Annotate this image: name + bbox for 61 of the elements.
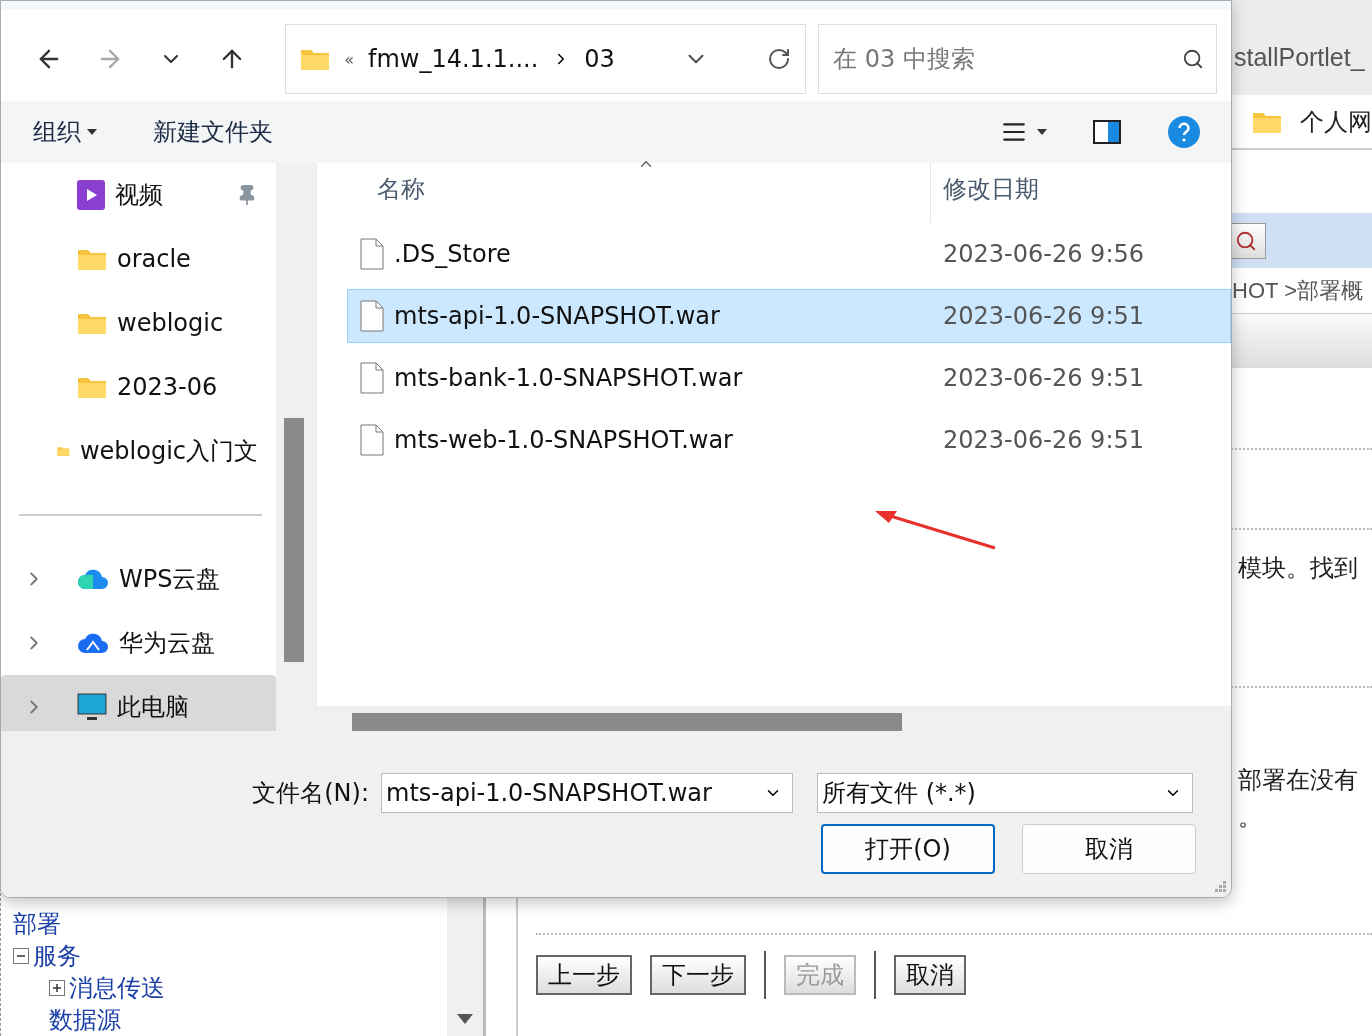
- search-icon: [1182, 48, 1204, 70]
- browser-tab-title[interactable]: stallPortlet_: [1234, 43, 1365, 72]
- wizard-button[interactable]: 下一步: [650, 955, 746, 995]
- help-button[interactable]: [1167, 115, 1201, 149]
- file-icon: [360, 238, 384, 270]
- navigation-item[interactable]: 华为云盘: [1, 611, 276, 675]
- wizard-button[interactable]: 取消: [894, 955, 966, 995]
- file-row[interactable]: mts-bank-1.0-SNAPSHOT.war 2023-06-26 9:51: [347, 351, 1231, 405]
- navigation-item[interactable]: 视频: [1, 163, 276, 227]
- search-field[interactable]: 在 03 中搜索: [818, 24, 1217, 94]
- file-icon: [360, 362, 384, 394]
- breadcrumb: HOT >部署概: [1232, 276, 1363, 305]
- navigation-item[interactable]: weblogic: [1, 291, 276, 355]
- dialog-button[interactable]: 取消: [1022, 824, 1196, 874]
- folder-icon: [77, 375, 107, 399]
- collapse-icon[interactable]: [13, 948, 29, 964]
- column-header[interactable]: 名称: [317, 163, 930, 223]
- cloud-icon: [77, 632, 109, 654]
- address-bar[interactable]: « fmw_14.1.1.... 03: [285, 24, 806, 94]
- folder-icon: [300, 47, 331, 71]
- wizard-button[interactable]: 上一步: [536, 955, 632, 995]
- paragraph-text: 。: [1238, 802, 1263, 833]
- toolbar-button[interactable]: 新建文件夹: [153, 116, 273, 148]
- video-icon: [77, 180, 105, 210]
- path-segment[interactable]: 03: [584, 45, 615, 73]
- paragraph-text: 部署在没有: [1238, 765, 1359, 796]
- file-row[interactable]: mts-api-1.0-SNAPSHOT.war 2023-06-26 9:51: [347, 289, 1231, 343]
- magnifier-icon[interactable]: [1235, 229, 1257, 252]
- tree-item[interactable]: 部署: [13, 908, 61, 940]
- navigation-item[interactable]: oracle: [1, 227, 276, 291]
- navigation-item[interactable]: WPS云盘: [1, 547, 276, 611]
- caret-icon: [87, 129, 97, 135]
- column-header[interactable]: 修改日期: [930, 163, 1231, 223]
- filename-label: 文件名(N):: [251, 778, 370, 809]
- monitor-icon: [77, 693, 107, 721]
- toolbar-button[interactable]: 组织: [33, 116, 97, 148]
- scroll-down-icon[interactable]: [457, 1014, 473, 1024]
- file-icon: [360, 300, 384, 332]
- navigation-item[interactable]: weblogic入门文: [1, 419, 276, 483]
- overflow-chevron[interactable]: «: [344, 49, 354, 69]
- navigation-item[interactable]: 2023-06: [1, 355, 276, 419]
- expand-icon[interactable]: [49, 980, 65, 996]
- file-row[interactable]: mts-web-1.0-SNAPSHOT.war 2023-06-26 9:51: [347, 413, 1231, 467]
- tree-item[interactable]: 消息传送: [69, 972, 165, 1004]
- tree-item[interactable]: 数据源: [49, 1004, 121, 1036]
- filename-field[interactable]: mts-api-1.0-SNAPSHOT.war: [381, 773, 793, 813]
- paragraph-text: 模块。找到: [1238, 553, 1359, 584]
- preview-pane-button[interactable]: [1093, 120, 1121, 144]
- tree-item[interactable]: 服务: [33, 940, 81, 972]
- file-type-dropdown[interactable]: 所有文件 (*.*): [817, 773, 1193, 813]
- file-row[interactable]: .DS_Store 2023-06-26 9:56: [347, 227, 1231, 281]
- cloud-icon: [77, 568, 109, 590]
- path-segment[interactable]: fmw_14.1.1....: [368, 45, 539, 73]
- dialog-button[interactable]: 打开(O): [821, 824, 995, 874]
- refresh-icon[interactable]: [767, 47, 791, 71]
- resize-grip-icon[interactable]: [1213, 879, 1227, 893]
- bookmark-link[interactable]: 个人网: [1300, 105, 1372, 138]
- folder-icon: [77, 311, 107, 335]
- caret-icon: [1037, 129, 1047, 135]
- file-icon: [360, 424, 384, 456]
- folder-icon: [77, 247, 107, 271]
